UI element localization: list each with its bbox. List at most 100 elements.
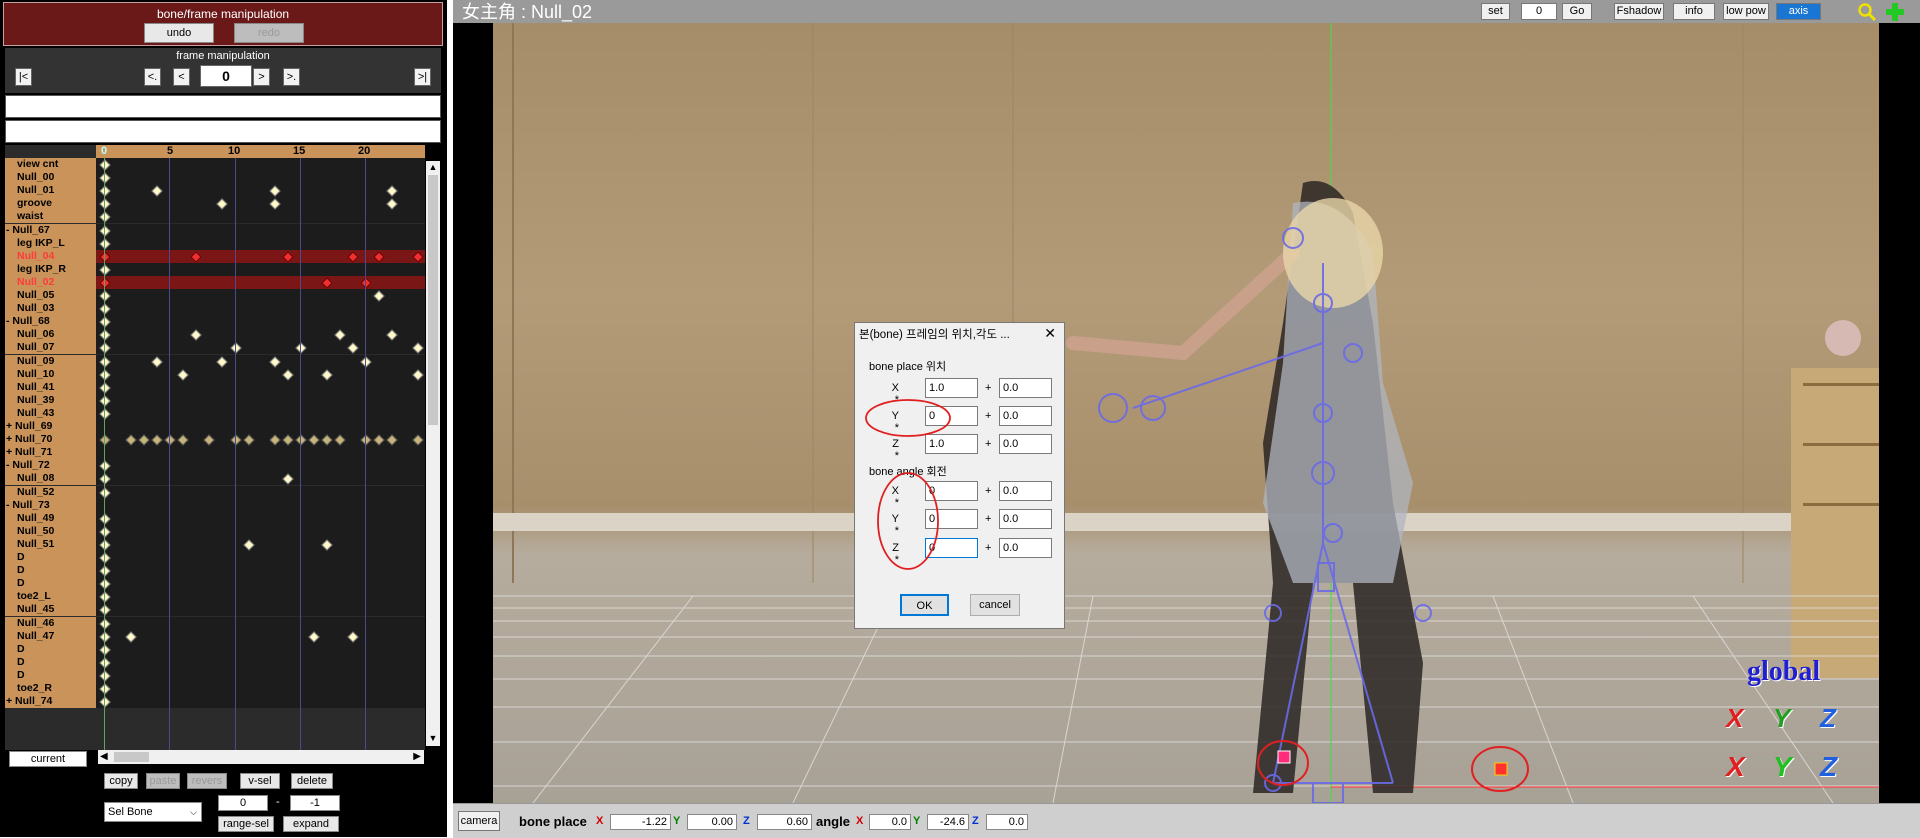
timeline-row[interactable]: Null_05	[5, 289, 425, 303]
fshadow-button[interactable]: Fshadow	[1614, 3, 1664, 20]
keyframe-marker[interactable]	[99, 355, 111, 368]
timeline-row[interactable]: D	[5, 551, 425, 565]
keyframe-marker[interactable]	[99, 159, 111, 171]
keyframe-track[interactable]	[96, 459, 425, 473]
timeline-row[interactable]: Null_07	[5, 341, 425, 355]
ok-button[interactable]: OK	[900, 594, 949, 616]
keyframe-marker[interactable]	[99, 224, 111, 237]
bone-label[interactable]: Null_41	[5, 380, 108, 394]
keyframe-marker[interactable]	[308, 630, 320, 643]
timeline-row[interactable]: - Null_67	[5, 223, 425, 238]
rotate-z-icon[interactable]: Z	[1820, 751, 1837, 783]
set-button[interactable]: set	[1481, 3, 1510, 20]
keyframe-track[interactable]	[96, 393, 425, 407]
keyframe-marker[interactable]	[151, 355, 163, 368]
bone-label[interactable]: toe2_R	[5, 682, 108, 695]
keyframe-track[interactable]	[96, 302, 425, 316]
keyframe-marker[interactable]	[99, 368, 111, 381]
timeline-row[interactable]: + Null_70	[5, 433, 425, 447]
keyframe-marker[interactable]	[99, 198, 111, 210]
keyframe-marker[interactable]	[99, 683, 111, 695]
bone-label[interactable]: Null_02	[5, 275, 108, 289]
keyframe-marker[interactable]	[282, 434, 294, 446]
keyframe-track[interactable]	[96, 354, 425, 368]
keyframe-marker[interactable]	[99, 434, 111, 446]
timeline-row[interactable]: Null_00	[5, 171, 425, 185]
rotate-y-icon[interactable]: Y	[1773, 751, 1792, 783]
chevron-left-icon[interactable]: ◀	[100, 750, 108, 764]
keyframe-marker[interactable]	[99, 172, 111, 184]
timeline-row[interactable]: Null_51	[5, 537, 425, 552]
bone-select-dropdown[interactable]: Sel Bone ⌵	[104, 802, 202, 822]
bone-label[interactable]: Null_06	[5, 328, 108, 342]
timeline-row[interactable]: Null_45	[5, 603, 425, 617]
add-icon[interactable]	[1884, 1, 1906, 23]
keyframe-marker[interactable]	[99, 552, 111, 564]
keyframe-marker[interactable]	[373, 434, 385, 446]
next-frame-button[interactable]: >	[253, 68, 270, 86]
bone-label[interactable]: leg IKP_L	[5, 236, 108, 250]
bone-label[interactable]: Null_03	[5, 302, 108, 316]
keyframe-marker[interactable]	[347, 342, 359, 355]
keyframe-marker[interactable]	[386, 185, 398, 197]
angle-z-value[interactable]: 0.0	[986, 814, 1028, 830]
keyframe-marker[interactable]	[360, 277, 372, 289]
keyframe-track[interactable]	[96, 171, 425, 185]
low-pow-button[interactable]: low pow	[1723, 3, 1769, 20]
timeline-row[interactable]: Null_03	[5, 302, 425, 316]
bone-label[interactable]: leg IKP_R	[5, 262, 108, 276]
keyframe-marker[interactable]	[99, 185, 111, 197]
bone-label[interactable]: waist	[5, 210, 108, 224]
keyframe-marker[interactable]	[151, 434, 163, 446]
bone-label[interactable]: Null_10	[5, 367, 108, 381]
last-frame-button[interactable]: >|	[414, 68, 431, 86]
timeline-row[interactable]: Null_01	[5, 184, 425, 198]
keyframe-track[interactable]	[96, 184, 425, 198]
bone-label[interactable]: D	[5, 668, 108, 682]
timeline-row[interactable]: D	[5, 668, 425, 683]
bone-label[interactable]: Null_01	[5, 184, 108, 198]
angle-y-offset[interactable]	[999, 509, 1052, 529]
info-field-1[interactable]	[5, 95, 441, 118]
next-key-button[interactable]: >.	[283, 68, 300, 86]
first-frame-button[interactable]: |<	[15, 68, 32, 86]
scroll-thumb[interactable]	[114, 752, 149, 762]
keyframe-marker[interactable]	[99, 211, 111, 224]
keyframe-marker[interactable]	[99, 617, 111, 630]
keyframe-marker[interactable]	[99, 408, 111, 420]
bone-label[interactable]: Null_39	[5, 393, 108, 407]
timeline-row[interactable]: Null_46	[5, 616, 425, 631]
bone-label[interactable]: - Null_67	[5, 223, 97, 237]
keyframe-marker[interactable]	[216, 198, 229, 210]
bone-label[interactable]: Null_08	[5, 472, 108, 486]
keyframe-marker[interactable]	[412, 434, 424, 446]
revers-button[interactable]: revers	[187, 773, 227, 789]
keyframe-marker[interactable]	[177, 434, 189, 446]
timeline-horizontal-scrollbar[interactable]: ◀ ▶	[98, 750, 424, 764]
timeline-row[interactable]: Null_04	[5, 249, 425, 264]
keyframe-marker[interactable]	[268, 198, 281, 210]
keyframe-marker[interactable]	[282, 473, 294, 486]
timeline-row[interactable]: groove	[5, 197, 425, 211]
timeline-row[interactable]: Null_47	[5, 629, 425, 644]
timeline-row[interactable]: - Null_72	[5, 459, 425, 473]
keyframe-marker[interactable]	[99, 565, 111, 577]
place-z-value[interactable]: 0.60	[757, 814, 812, 830]
keyframe-track[interactable]	[96, 380, 425, 394]
keyframe-marker[interactable]	[360, 434, 372, 446]
timeline-row[interactable]: Null_09	[5, 354, 425, 369]
prev-frame-button[interactable]: <	[173, 68, 190, 86]
cancel-button[interactable]: cancel	[970, 594, 1020, 616]
keyframe-marker[interactable]	[295, 434, 307, 446]
keyframe-marker[interactable]	[386, 434, 398, 446]
keyframe-track[interactable]	[96, 223, 425, 237]
range-to-input[interactable]: -1	[290, 795, 340, 811]
timeline-row[interactable]: waist	[5, 210, 425, 224]
keyframe-track[interactable]	[96, 577, 425, 591]
keyframe-marker[interactable]	[138, 434, 150, 446]
keyframe-marker[interactable]	[190, 329, 203, 341]
keyframe-marker[interactable]	[412, 368, 424, 381]
axis-button[interactable]: axis	[1776, 3, 1821, 20]
keyframe-track[interactable]	[96, 406, 425, 420]
timeline-row[interactable]: Null_06	[5, 328, 425, 342]
